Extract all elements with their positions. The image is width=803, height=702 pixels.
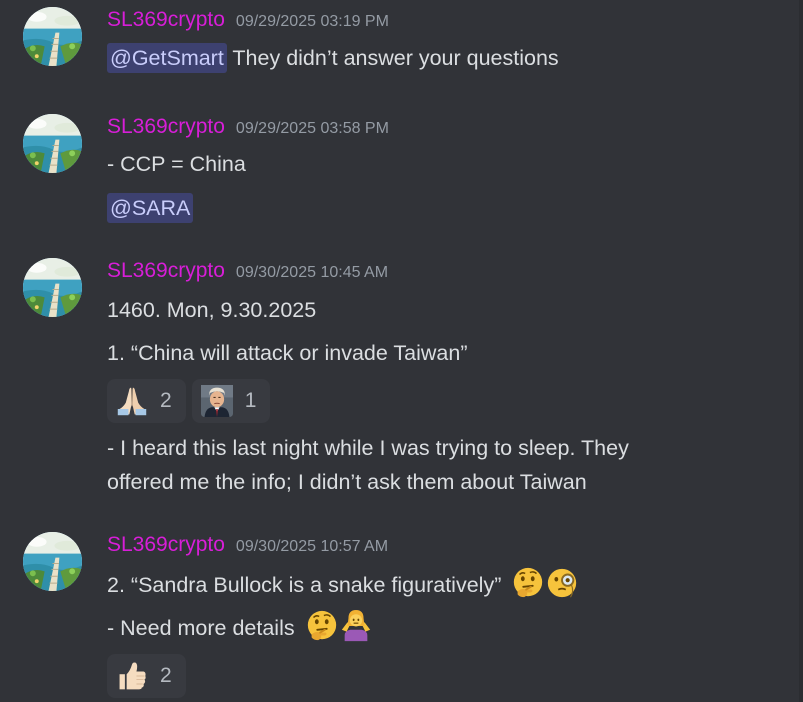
- reaction-thumbs-up[interactable]: 2: [107, 654, 186, 698]
- message-header: SL369crypto 09/29/2025 03:19 PM: [107, 7, 389, 33]
- avatar[interactable]: [23, 7, 82, 66]
- face-with-monocle-icon: [545, 566, 579, 600]
- message-content: 2. “Sandra Bullock is a snake figurative…: [107, 566, 579, 602]
- message-text: offered me the info; I didn’t ask them a…: [107, 470, 587, 494]
- message-header: SL369crypto 09/30/2025 10:45 AM: [107, 258, 388, 284]
- message-header: SL369crypto 09/30/2025 10:57 AM: [107, 532, 388, 558]
- reaction-bar: 2 1: [107, 379, 271, 423]
- message-text: They didn’t answer your questions: [232, 46, 559, 70]
- message-feed: SL369crypto 09/29/2025 03:19 PM @GetSmar…: [0, 0, 803, 702]
- avatar[interactable]: [23, 114, 82, 173]
- avatar[interactable]: [23, 532, 82, 591]
- reaction-mugshot[interactable]: 1: [191, 379, 271, 423]
- message: SL369crypto 09/30/2025 10:57 AM 2. “Sand…: [0, 532, 790, 702]
- message-text: 1460. Mon, 9.30.2025: [107, 298, 317, 322]
- message: SL369crypto 09/29/2025 03:19 PM @GetSmar…: [0, 7, 790, 77]
- message-content: @SARA: [107, 191, 194, 225]
- user-mention[interactable]: @SARA: [107, 193, 194, 223]
- message: SL369crypto 09/29/2025 03:58 PM - CCP = …: [0, 114, 790, 226]
- message-header: SL369crypto 09/29/2025 03:58 PM: [107, 114, 389, 140]
- folded-hands-icon: [116, 385, 148, 417]
- message: SL369crypto 09/30/2025 10:45 AM 1460. Mo…: [0, 258, 790, 498]
- reaction-folded-hands[interactable]: 2: [107, 379, 186, 423]
- username[interactable]: SL369crypto: [107, 7, 225, 33]
- message-text: - CCP = China: [107, 152, 246, 176]
- timestamp: 09/29/2025 03:19 PM: [235, 13, 389, 30]
- timestamp: 09/30/2025 10:45 AM: [235, 264, 389, 281]
- username[interactable]: SL369crypto: [107, 258, 225, 284]
- reaction-bar: 2: [107, 654, 186, 698]
- username[interactable]: SL369crypto: [107, 532, 225, 558]
- thinking-face-icon: [305, 609, 339, 643]
- thumbs-up-icon: [116, 660, 148, 692]
- avatar[interactable]: [23, 258, 82, 317]
- timestamp: 09/29/2025 03:58 PM: [235, 120, 389, 137]
- message-content: @GetSmart They didn’t answer your questi…: [107, 41, 559, 75]
- person-shrugging-icon: [339, 609, 373, 643]
- reaction-count: 1: [244, 389, 257, 412]
- message-text: 1. “China will attack or invade Taiwan”: [107, 341, 468, 365]
- thinking-face-icon: [511, 566, 545, 600]
- reaction-count: 2: [160, 389, 172, 412]
- user-mention[interactable]: @GetSmart: [107, 43, 227, 73]
- timestamp: 09/30/2025 10:57 AM: [235, 538, 389, 555]
- message-text: - I heard this last night while I was tr…: [107, 436, 629, 460]
- message-content: - Need more details: [107, 609, 373, 645]
- message-text: 2. “Sandra Bullock is a snake figurative…: [107, 573, 502, 597]
- message-text: - Need more details: [107, 616, 295, 640]
- mugshot-portrait-icon: [201, 385, 233, 417]
- username[interactable]: SL369crypto: [107, 114, 225, 140]
- scrollbar[interactable]: [799, 0, 803, 702]
- reaction-count: 2: [160, 664, 172, 687]
